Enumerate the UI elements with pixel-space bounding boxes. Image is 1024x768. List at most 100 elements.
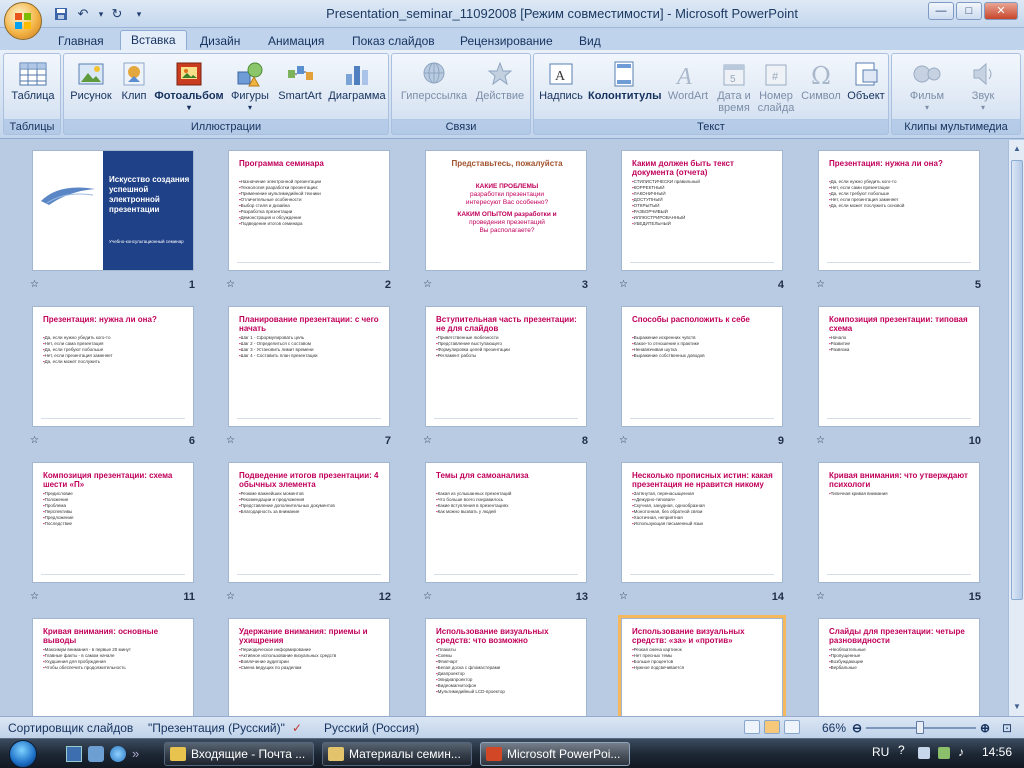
normal-view-icon[interactable] [744, 720, 760, 734]
headerfooter-button[interactable]: Колонтитулы [588, 56, 662, 118]
volume-icon[interactable]: ♪ [958, 745, 964, 759]
picture-button[interactable]: Рисунок [68, 56, 114, 118]
slide-thumbnail[interactable]: Использование визуальных средств: «за» и… [618, 615, 786, 716]
tab-insert[interactable]: Вставка [120, 30, 187, 51]
transition-star-icon[interactable]: ☆ [423, 279, 435, 290]
tab-design[interactable]: Дизайн [200, 32, 240, 50]
switch-windows-icon[interactable] [88, 746, 104, 762]
zoom-in-icon[interactable]: ⊕ [980, 721, 990, 735]
chart-button[interactable]: Диаграмма [326, 56, 388, 118]
slide-thumbnail[interactable]: Кривая внимания: что утверждают психолог… [818, 462, 980, 583]
transition-star-icon[interactable]: ☆ [619, 591, 631, 602]
shapes-button[interactable]: Фигуры ▾ [226, 56, 274, 118]
slide-sorter[interactable]: Искусство создания успешной электронной … [0, 140, 1008, 716]
quicklaunch-more-icon[interactable]: » [132, 746, 148, 762]
close-button[interactable]: ✕ [984, 2, 1018, 20]
slide-thumbnail[interactable]: Композиция презентации: схема шести «П» П… [32, 462, 194, 583]
transition-star-icon[interactable]: ☆ [816, 591, 828, 602]
transition-star-icon[interactable]: ☆ [226, 279, 238, 290]
slide-number: 1 [188, 279, 195, 291]
tab-home[interactable]: Главная [58, 32, 104, 50]
maximize-button[interactable]: □ [956, 2, 982, 20]
smartart-button[interactable]: SmartArt [274, 56, 326, 118]
transition-star-icon[interactable]: ☆ [226, 435, 238, 446]
language[interactable]: Русский (Россия) [324, 721, 419, 735]
fit-window-icon[interactable]: ⊡ [1002, 721, 1012, 735]
tab-view[interactable]: Вид [579, 32, 601, 50]
sound-button[interactable]: Звук ▾ [956, 56, 1010, 118]
task-powerpoint[interactable]: Microsoft PowerPoi... [480, 742, 630, 766]
slide-thumbnail[interactable]: Слайды для презентации: четыре разновидн… [818, 618, 980, 716]
wordart-button[interactable]: A WordArt [662, 56, 714, 118]
transition-star-icon[interactable]: ☆ [619, 435, 631, 446]
zoom-level[interactable]: 66% [822, 721, 846, 735]
save-icon[interactable] [52, 5, 70, 23]
slide-thumbnail[interactable]: Представьтесь, пожалуйста КАКИЕ ПРОБЛЕМЫ р… [425, 150, 587, 271]
tab-animation[interactable]: Анимация [268, 32, 324, 50]
transition-star-icon[interactable]: ☆ [30, 279, 42, 290]
show-desktop-icon[interactable] [66, 746, 82, 762]
table-button[interactable]: Таблица [6, 56, 60, 118]
object-button[interactable]: Объект [844, 56, 888, 118]
input-language[interactable]: RU [872, 745, 889, 759]
transition-star-icon[interactable]: ☆ [30, 591, 42, 602]
tray-app-icon[interactable] [938, 747, 950, 759]
transition-star-icon[interactable]: ☆ [619, 279, 631, 290]
slide-thumbnail[interactable]: Использование визуальных средств: что во… [425, 618, 587, 716]
zoom-slider-thumb[interactable] [916, 721, 924, 734]
slide-body: Назначение электронной презентацииТехнол… [239, 179, 381, 227]
slide-thumbnail[interactable]: Презентация: нужна ли она? Да, если нужно… [32, 306, 194, 427]
movie-button[interactable]: Фильм ▾ [900, 56, 954, 118]
transition-star-icon[interactable]: ☆ [423, 435, 435, 446]
window-title: Presentation_seminar_11092008 [Режим сов… [326, 6, 798, 21]
transition-star-icon[interactable]: ☆ [816, 435, 828, 446]
redo-icon[interactable]: ↻ [108, 5, 126, 23]
undo-icon[interactable]: ↶ [74, 5, 92, 23]
office-button[interactable] [4, 2, 42, 40]
slide-thumbnail[interactable]: Способы расположить к себе Выражение искр… [621, 306, 783, 427]
transition-star-icon[interactable]: ☆ [226, 591, 238, 602]
help-icon[interactable]: ? [898, 743, 905, 757]
spellcheck-icon[interactable]: ✓ [292, 721, 302, 735]
internet-explorer-icon[interactable] [110, 746, 126, 762]
hyperlink-button[interactable]: Гиперссылка [396, 56, 472, 118]
clip-button[interactable]: Клип [116, 56, 152, 118]
scroll-down-icon[interactable]: ▼ [1011, 700, 1023, 714]
slide-thumbnail[interactable]: Планирование презентации: с чего начать Ш… [228, 306, 390, 427]
slide-thumbnail[interactable]: Вступительная часть презентации: не для … [425, 306, 587, 427]
slide-thumbnail[interactable]: Подведение итогов презентации: 4 обычных… [228, 462, 390, 583]
slide-thumbnail[interactable]: Удержание внимания: приемы и ухищрения Пе… [228, 618, 390, 716]
slide-sorter-view-icon[interactable] [764, 720, 780, 734]
tab-slideshow[interactable]: Показ слайдов [352, 32, 435, 50]
zoom-out-icon[interactable]: ⊖ [852, 721, 862, 735]
scroll-thumb[interactable] [1011, 160, 1023, 600]
textbox-button[interactable]: A Надпись [536, 56, 586, 118]
slide-thumbnail[interactable]: Темы для самоанализа Какая из услышанных … [425, 462, 587, 583]
transition-star-icon[interactable]: ☆ [30, 435, 42, 446]
datetime-button[interactable]: 5 Дата и время [714, 56, 754, 118]
start-button[interactable] [4, 739, 44, 768]
action-button[interactable]: Действие [472, 56, 528, 118]
slide-thumbnail[interactable]: Несколько прописных истин: какая презент… [621, 462, 783, 583]
slide-thumbnail[interactable]: Кривая внимания: основные выводы Максимум… [32, 618, 194, 716]
transition-star-icon[interactable]: ☆ [816, 279, 828, 290]
slide-thumbnail[interactable]: Каким должен быть текст документа (отчет… [621, 150, 783, 271]
minimize-button[interactable]: — [928, 2, 954, 20]
vertical-scrollbar[interactable]: ▲ ▼ [1008, 140, 1024, 716]
transition-star-icon[interactable]: ☆ [423, 591, 435, 602]
clock[interactable]: 14:56 [982, 745, 1012, 759]
slidenumber-button[interactable]: # Номер слайда [754, 56, 798, 118]
slide-thumbnail[interactable]: Композиция презентации: типовая схема Нач… [818, 306, 980, 427]
symbol-button[interactable]: Ω Символ [798, 56, 844, 118]
photoalbum-button[interactable]: Фотоальбом ▾ [154, 56, 224, 118]
task-outlook[interactable]: Входящие - Почта ... [164, 742, 314, 766]
slide-thumbnail[interactable]: Презентация: нужна ли она? Да, если нужно… [818, 150, 980, 271]
task-folder[interactable]: Материалы семин... [322, 742, 472, 766]
slide-thumbnail[interactable]: Искусство создания успешной электронной … [32, 150, 194, 271]
customize-qat-icon[interactable]: ▾ [130, 5, 148, 23]
network-icon[interactable] [918, 747, 930, 759]
tab-review[interactable]: Рецензирование [460, 32, 553, 50]
slide-thumbnail[interactable]: Программа семинара Назначение электронной… [228, 150, 390, 271]
scroll-up-icon[interactable]: ▲ [1011, 142, 1023, 156]
slideshow-view-icon[interactable] [784, 720, 800, 734]
